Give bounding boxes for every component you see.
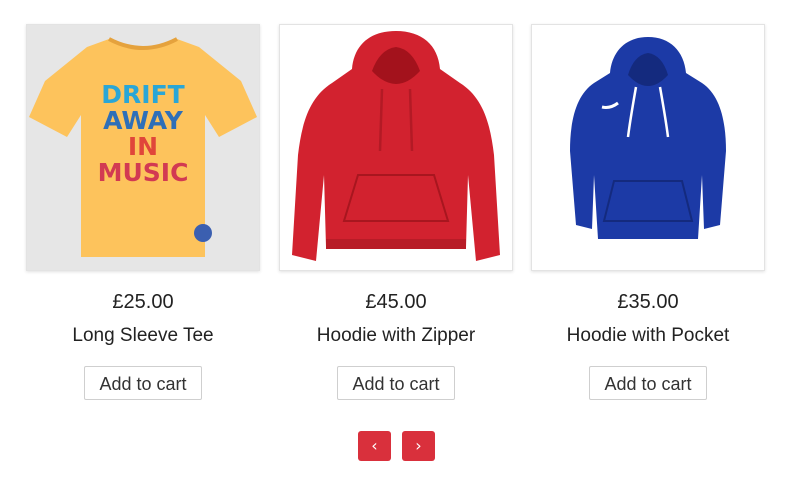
product-price: £45.00 <box>365 291 427 313</box>
tshirt-print-line: MUSIC <box>98 158 189 187</box>
product-price: £35.00 <box>617 291 679 313</box>
tshirt-print-line: AWAY <box>103 106 184 135</box>
product-title[interactable]: Long Sleeve Tee <box>26 324 260 348</box>
add-to-cart-button[interactable]: Add to cart <box>337 366 455 400</box>
product-title[interactable]: Hoodie with Pocket <box>531 324 765 348</box>
product-title[interactable]: Hoodie with Zipper <box>279 324 513 348</box>
carousel-prev-button[interactable]: ‹ <box>358 431 391 461</box>
add-to-cart-button[interactable]: Add to cart <box>84 366 202 400</box>
product-image-red-hoodie[interactable] <box>279 24 513 271</box>
add-to-cart-button[interactable]: Add to cart <box>589 366 707 400</box>
blue-hoodie-illustration <box>570 37 726 239</box>
product-image-blue-hoodie[interactable] <box>531 24 765 271</box>
product-carousel: DRIFT AWAY IN MUSIC £25.00 Long Sleeve T… <box>0 0 791 480</box>
tshirt-print-line: DRIFT <box>101 80 184 109</box>
product-price: £25.00 <box>112 291 174 313</box>
product-card: £45.00 Hoodie with Zipper Add to cart <box>279 24 513 400</box>
product-card: £35.00 Hoodie with Pocket Add to cart <box>531 24 765 400</box>
red-hoodie-illustration <box>292 31 500 261</box>
tshirt-illustration: DRIFT AWAY IN MUSIC <box>29 37 257 257</box>
carousel-next-button[interactable]: › <box>402 431 435 461</box>
product-card: DRIFT AWAY IN MUSIC £25.00 Long Sleeve T… <box>26 24 260 400</box>
tshirt-print-line: IN <box>128 132 158 161</box>
carousel-nav: ‹ › <box>358 431 438 461</box>
product-image-tshirt[interactable]: DRIFT AWAY IN MUSIC <box>26 24 260 271</box>
